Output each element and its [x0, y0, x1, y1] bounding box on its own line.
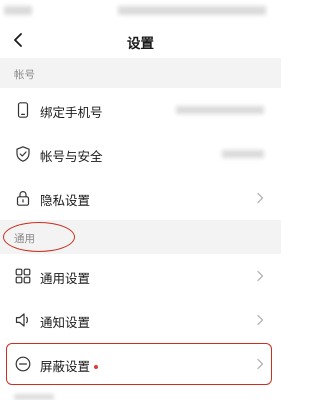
lock-icon [16, 190, 30, 206]
section-header-account: 帐号 [0, 58, 281, 88]
section-label: 通用 [14, 233, 35, 245]
settings-row-label: 屏蔽设置 [40, 356, 99, 375]
block-icon [15, 356, 31, 372]
chevron-right-icon [257, 314, 264, 326]
settings-row-notifications[interactable]: 通知设置 [0, 298, 281, 342]
grid-icon [15, 268, 31, 284]
settings-row-privacy[interactable]: 隐私设置 [0, 176, 281, 220]
settings-row-partial[interactable] [0, 386, 281, 400]
settings-row-label: 通知设置 [40, 315, 91, 330]
phone-number-blurred [176, 106, 264, 114]
status-indicators-blurred [118, 6, 266, 15]
status-time-blurred [4, 6, 32, 15]
page-title: 设置 [127, 36, 154, 52]
settings-row-label: 通用设置 [40, 271, 91, 286]
chevron-right-icon [257, 192, 264, 204]
shield-check-icon [16, 146, 30, 162]
phone-icon [17, 102, 29, 118]
nav-bar: 设置 [0, 24, 281, 58]
speaker-icon [15, 313, 28, 327]
status-bar [0, 0, 281, 24]
settings-row-bind-phone[interactable]: 绑定手机号 [0, 88, 281, 132]
settings-row-block[interactable]: 屏蔽设置 [0, 342, 281, 386]
settings-row-label: 隐私设置 [40, 193, 91, 208]
settings-row-label: 帐号与安全 [40, 149, 103, 164]
settings-row-general[interactable]: 通用设置 [0, 254, 281, 298]
settings-row-account-security[interactable]: 帐号与安全 [0, 132, 281, 176]
security-status-blurred [222, 150, 264, 158]
notification-dot-badge [94, 364, 99, 369]
section-label: 帐号 [14, 69, 35, 81]
chevron-right-icon [257, 358, 264, 370]
chevron-right-icon [257, 270, 264, 282]
partial-row-blurred [14, 394, 54, 400]
section-header-general: 通用 [0, 220, 281, 254]
settings-row-label: 绑定手机号 [40, 105, 103, 120]
